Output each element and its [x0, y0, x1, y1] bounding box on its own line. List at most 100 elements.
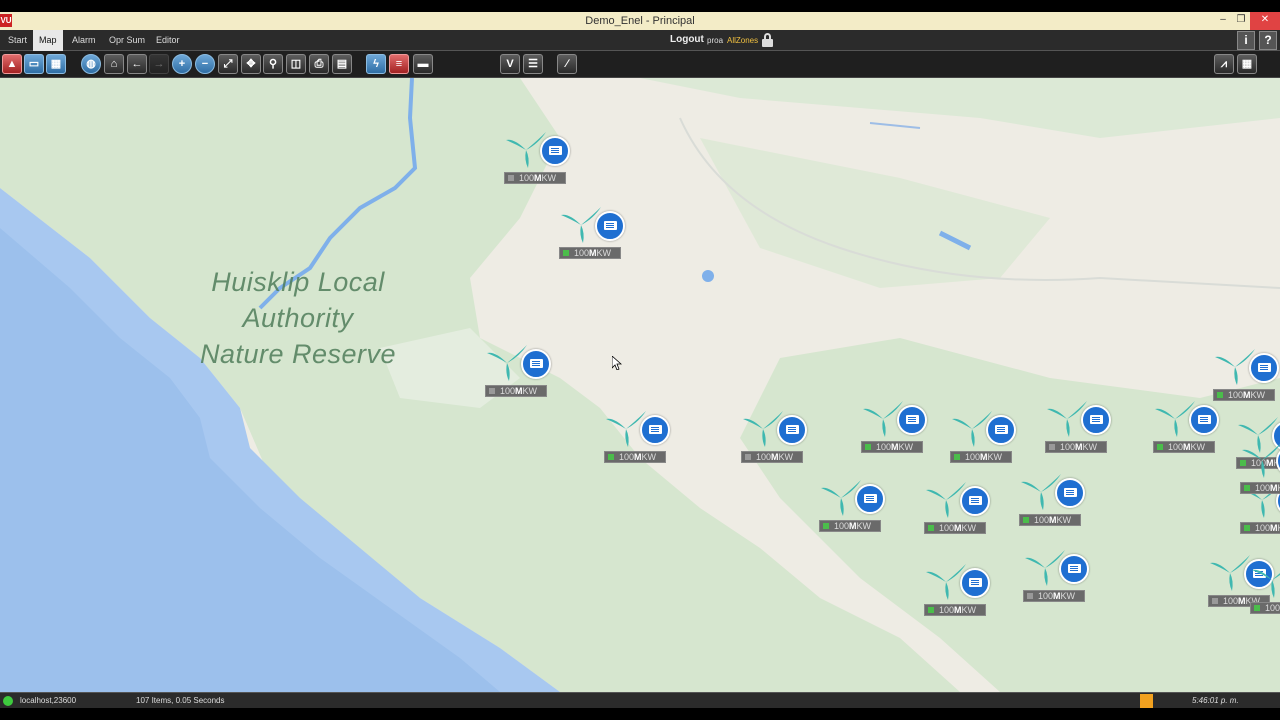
power-label: 100MKW	[861, 441, 923, 453]
status-led-icon	[1217, 392, 1223, 398]
turbine-marker[interactable]: 100MKW	[924, 480, 1004, 536]
screen-icon[interactable]: ▬	[413, 54, 433, 74]
green-area	[640, 78, 1280, 138]
home-icon[interactable]: ⌂	[104, 54, 124, 74]
turbine-marker[interactable]: 100MKW	[861, 399, 941, 455]
monitor-button-icon[interactable]	[1055, 478, 1085, 508]
logout-link[interactable]: Logout	[670, 34, 704, 45]
map-view[interactable]: Huisklip Local Authority Nature Reserve …	[0, 78, 1280, 692]
pan-icon[interactable]: ✥	[241, 54, 261, 74]
turbine-marker[interactable]: 100MKW	[924, 562, 1004, 618]
report-icon[interactable]: ≡	[389, 54, 409, 74]
turbine-marker[interactable]: 100MKW	[1213, 347, 1280, 403]
power-label: 100MKW	[924, 604, 986, 616]
document-icon[interactable]: ▤	[332, 54, 352, 74]
monitor-button-icon[interactable]	[960, 486, 990, 516]
menu-start[interactable]: Start	[2, 30, 33, 51]
menu-opr-sum[interactable]: Opr Sum	[103, 30, 151, 51]
monitor-button-icon[interactable]	[521, 349, 551, 379]
turbine-marker[interactable]: 100MKW	[1240, 440, 1280, 496]
power-label: 100MKW	[1045, 441, 1107, 453]
power-label: 100MKW	[1023, 590, 1085, 602]
globe-icon[interactable]: ◍	[81, 54, 101, 74]
power-label: 100MKW	[604, 451, 666, 463]
monitor-button-icon[interactable]	[640, 415, 670, 445]
pond	[702, 270, 714, 282]
zoom-out-icon[interactable]: −	[195, 54, 215, 74]
status-led-icon	[954, 454, 960, 460]
status-led-icon	[1212, 598, 1218, 604]
monitor-button-icon[interactable]	[960, 568, 990, 598]
turbine-marker[interactable]: 100MKW	[1250, 560, 1280, 616]
wind-turbine-icon	[1252, 569, 1280, 598]
turbine-marker[interactable]: 100MKW	[559, 205, 639, 261]
menu-alarm[interactable]: Alarm	[66, 30, 102, 51]
power-label: 100MKW	[1019, 514, 1081, 526]
wind-turbine-icon	[1242, 443, 1280, 478]
monitor-button-icon[interactable]	[986, 415, 1016, 445]
toolbar: ▲ ▭ ▦ ◍ ⌂ ← → + − ⤢ ✥ ⚲ ◫ ⎙ ▤ ϟ ≡ ▬ V ☰ …	[0, 51, 1280, 78]
status-led-icon	[1244, 525, 1250, 531]
zones-label: AllZones	[727, 36, 759, 45]
alarm-bell-icon[interactable]: ▲	[2, 54, 22, 74]
monitor-button-icon[interactable]	[595, 211, 625, 241]
monitor-button-icon[interactable]	[1249, 353, 1279, 383]
status-led-icon	[1244, 485, 1250, 491]
alarm-indicator-icon[interactable]	[1140, 694, 1153, 708]
status-bar: localhost,23600 107 Items, 0.05 Seconds …	[0, 692, 1280, 708]
monitor-button-icon[interactable]	[540, 136, 570, 166]
fit-icon[interactable]: ⤢	[218, 54, 238, 74]
status-led-icon	[1254, 605, 1260, 611]
turbine-marker[interactable]: 100MKW	[1023, 548, 1103, 604]
turbine-marker[interactable]: 100MKW	[504, 130, 584, 186]
menu-editor[interactable]: Editor	[150, 30, 186, 51]
print-icon[interactable]: ⎙	[309, 54, 329, 74]
forward-arrow-icon[interactable]: →	[149, 54, 169, 74]
connection-status-icon	[3, 696, 13, 706]
pen-icon[interactable]: ∕	[557, 54, 577, 74]
info-button[interactable]: i	[1237, 31, 1255, 50]
bottom-border	[0, 708, 1280, 720]
power-label: 100MKW	[1213, 389, 1275, 401]
items-count: 107 Items, 0.05 Seconds	[136, 696, 225, 705]
turbine-marker[interactable]: 100MKW	[1045, 399, 1125, 455]
magnifier-icon[interactable]: ⚲	[263, 54, 283, 74]
monitor-button-icon[interactable]	[855, 484, 885, 514]
minimize-button[interactable]: –	[1214, 12, 1232, 30]
monitor-button-icon[interactable]	[1081, 405, 1111, 435]
monitor-button-icon[interactable]	[1189, 405, 1219, 435]
menu-map[interactable]: Map	[33, 30, 63, 51]
power-label: 100MKW	[950, 451, 1012, 463]
turbine-marker[interactable]: 100MKW	[1153, 399, 1233, 455]
grid-icon[interactable]: ▦	[46, 54, 66, 74]
turbine-marker[interactable]: 100MKW	[604, 409, 684, 465]
window-icon[interactable]: ▭	[24, 54, 44, 74]
list-icon[interactable]: ☰	[523, 54, 543, 74]
turbine-marker[interactable]: 100MKW	[741, 409, 821, 465]
lightning-icon[interactable]: ϟ	[366, 54, 386, 74]
window-title: Demo_Enel - Principal	[585, 15, 695, 27]
power-label: 100MKW	[485, 385, 547, 397]
vu-icon[interactable]: V	[500, 54, 520, 74]
restore-button[interactable]: ❐	[1232, 12, 1250, 30]
turbine-marker[interactable]: 100MKW	[1019, 472, 1099, 528]
monitor-button-icon[interactable]	[897, 405, 927, 435]
turbine-marker[interactable]: 100MKW	[819, 478, 899, 534]
lock-icon[interactable]	[762, 33, 773, 47]
zoom-in-icon[interactable]: +	[172, 54, 192, 74]
help-button[interactable]: ?	[1259, 31, 1277, 50]
monitor-button-icon[interactable]	[777, 415, 807, 445]
back-arrow-icon[interactable]: ←	[127, 54, 147, 74]
title-bar: VU Demo_Enel - Principal – ❐ ✕	[0, 0, 1280, 30]
close-button[interactable]: ✕	[1250, 12, 1280, 30]
turbine-marker[interactable]: 100MKW	[950, 409, 1030, 465]
layers-icon[interactable]: ◫	[286, 54, 306, 74]
power-label: 100MKW	[1240, 522, 1280, 534]
monitor-button-icon[interactable]	[1059, 554, 1089, 584]
status-led-icon	[928, 607, 934, 613]
power-label: 100MKW	[559, 247, 621, 259]
table-icon[interactable]: ▦	[1237, 54, 1257, 74]
trend-chart-icon[interactable]: ⩘	[1214, 54, 1234, 74]
status-led-icon	[1027, 593, 1033, 599]
turbine-marker[interactable]: 100MKW	[485, 343, 565, 399]
